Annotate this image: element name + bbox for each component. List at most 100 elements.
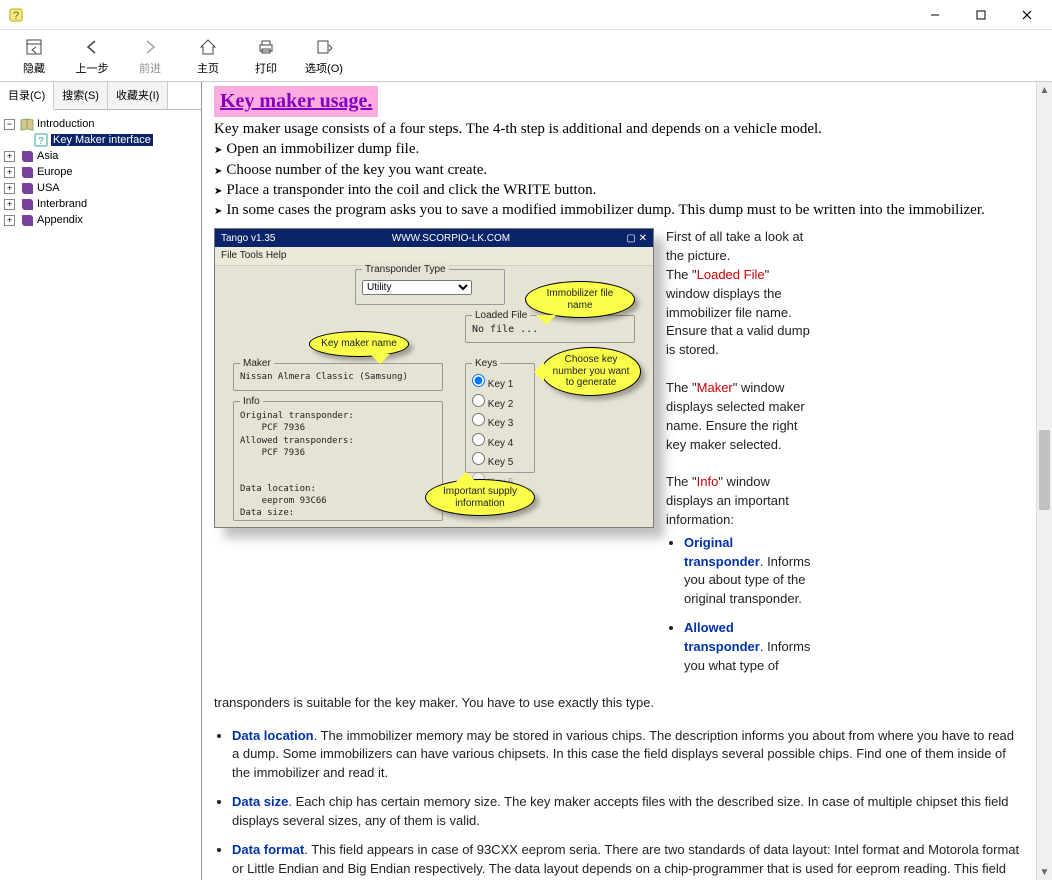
heading-key-maker-usage: Key maker usage.	[214, 86, 378, 117]
right-column: First of all take a look at the picture.…	[666, 228, 816, 685]
after-image-text: transponders is suitable for the key mak…	[214, 694, 1024, 713]
content-scroll[interactable]: Key maker usage. Key maker usage consist…	[202, 82, 1036, 880]
info-body: Original transponder: PCF 7936 Allowed t…	[234, 402, 442, 519]
tree-label: Asia	[37, 150, 58, 162]
intro-paragraph: Key maker usage consists of a four steps…	[214, 119, 1024, 139]
collapse-icon[interactable]: −	[4, 119, 15, 130]
tree-label: USA	[37, 182, 60, 194]
loaded-file-label: Loaded File	[472, 309, 530, 323]
tree-item-interbrand[interactable]: + Interbrand	[4, 196, 197, 212]
tree-label: Interbrand	[37, 198, 87, 210]
arrow-left-icon	[81, 36, 103, 58]
key4-radio	[472, 433, 485, 446]
vertical-scrollbar[interactable]: ▲ ▼	[1036, 82, 1052, 880]
window-titlebar: ?	[0, 0, 1052, 30]
info-term: Info	[697, 474, 719, 489]
tool-label: 上一步	[76, 60, 109, 76]
keys-label: Keys	[472, 357, 500, 371]
print-icon	[255, 36, 277, 58]
tool-label: 前进	[139, 60, 161, 76]
tango-screenshot: Tango v1.35 WWW.SCORPIO-LK.COM ▢ ✕ File …	[214, 228, 654, 528]
maker-term: Maker	[697, 380, 733, 395]
hide-icon	[23, 36, 45, 58]
maximize-button[interactable]	[958, 0, 1004, 30]
toolbar: 隐藏 上一步 前进 主页 打印 选项(O)	[0, 30, 1052, 82]
loaded-file-term: Loaded File	[697, 267, 765, 282]
book-icon	[20, 149, 34, 163]
illus-window-controls: ▢ ✕	[626, 232, 647, 246]
hide-button[interactable]: 隐藏	[14, 36, 54, 76]
bullet-data-format: Data format. This field appears in case …	[232, 841, 1024, 880]
step-3: Place a transponder into the coil and cl…	[214, 180, 1024, 200]
bullet-data-location: Data location. The immobilizer memory ma…	[232, 727, 1024, 784]
allowed-transponder-term: Allowed transponder	[684, 620, 760, 654]
app-icon: ?	[8, 7, 24, 23]
book-icon	[20, 213, 34, 227]
expand-icon[interactable]: +	[4, 167, 15, 178]
key2-radio	[472, 394, 485, 407]
tree-label: Introduction	[37, 118, 94, 130]
scrollbar-thumb[interactable]	[1039, 430, 1050, 510]
expand-icon[interactable]: +	[4, 151, 15, 162]
scroll-up-icon[interactable]: ▲	[1037, 82, 1052, 98]
back-button[interactable]: 上一步	[72, 36, 112, 76]
main-area: 目录(C) 搜索(S) 收藏夹(I) − Introduction ? Key …	[0, 82, 1052, 880]
transponder-type-label: Transponder Type	[362, 263, 449, 277]
svg-text:?: ?	[13, 10, 19, 22]
home-button[interactable]: 主页	[188, 36, 228, 76]
scroll-down-icon[interactable]: ▼	[1037, 864, 1052, 880]
illus-titlebar: Tango v1.35 WWW.SCORPIO-LK.COM ▢ ✕	[215, 229, 653, 247]
tree-label: Europe	[37, 166, 72, 178]
tree-label: Appendix	[37, 214, 83, 226]
key3-radio	[472, 413, 485, 426]
right-p1a: First of all take a look at the picture.	[666, 228, 816, 266]
sidebar-tabs: 目录(C) 搜索(S) 收藏夹(I)	[0, 82, 201, 110]
maker-label: Maker	[240, 357, 274, 371]
step-2: Choose number of the key you want create…	[214, 160, 1024, 180]
expand-icon[interactable]: +	[4, 215, 15, 226]
sidebar: 目录(C) 搜索(S) 收藏夹(I) − Introduction ? Key …	[0, 82, 202, 880]
help-topic-icon: ?	[34, 133, 48, 147]
tree-item-asia[interactable]: + Asia	[4, 148, 197, 164]
bullet-data-size: Data size. Each chip has certain memory …	[232, 793, 1024, 831]
tool-label: 主页	[197, 60, 219, 76]
options-button[interactable]: 选项(O)	[304, 36, 344, 76]
tree-item-usa[interactable]: + USA	[4, 180, 197, 196]
callout-choose-key: Choose key number you want to generate	[541, 347, 641, 396]
print-button[interactable]: 打印	[246, 36, 286, 76]
tab-search[interactable]: 搜索(S)	[54, 82, 108, 109]
callout-important-supply: Important supply information	[425, 479, 535, 516]
content-pane: Key maker usage. Key maker usage consist…	[202, 82, 1052, 880]
tab-favorites[interactable]: 收藏夹(I)	[108, 82, 168, 109]
step-1: Open an immobilizer dump file.	[214, 139, 1024, 159]
book-open-icon	[20, 117, 34, 131]
close-button[interactable]	[1004, 0, 1050, 30]
expand-icon[interactable]: +	[4, 199, 15, 210]
book-icon	[20, 197, 34, 211]
tree-item-appendix[interactable]: + Appendix	[4, 212, 197, 228]
illus-title-left: Tango v1.35	[221, 232, 276, 246]
forward-button: 前进	[130, 36, 170, 76]
toc-tree[interactable]: − Introduction ? Key Maker interface + A…	[0, 110, 201, 880]
callout-key-maker-name: Key maker name	[309, 331, 409, 357]
step-4: In some cases the program asks you to sa…	[214, 200, 1024, 220]
home-icon	[197, 36, 219, 58]
tab-contents[interactable]: 目录(C)	[0, 82, 54, 110]
original-transponder-term: Original transponder	[684, 535, 760, 569]
minimize-button[interactable]	[912, 0, 958, 30]
tree-item-europe[interactable]: + Europe	[4, 164, 197, 180]
info-label: Info	[240, 395, 263, 409]
tree-item-introduction[interactable]: − Introduction	[4, 116, 197, 132]
svg-text:?: ?	[38, 136, 44, 147]
book-icon	[20, 165, 34, 179]
tree-item-key-maker-interface[interactable]: ? Key Maker interface	[4, 132, 197, 148]
tool-label: 隐藏	[23, 60, 45, 76]
expand-icon[interactable]: +	[4, 183, 15, 194]
arrow-right-icon	[139, 36, 161, 58]
book-icon	[20, 181, 34, 195]
tool-label: 选项(O)	[305, 60, 343, 76]
callout-immobilizer-file-name: Immobilizer file name	[525, 281, 635, 318]
illus-title-right: WWW.SCORPIO-LK.COM	[392, 232, 510, 246]
tool-label: 打印	[255, 60, 277, 76]
tree-label: Key Maker interface	[51, 134, 153, 146]
